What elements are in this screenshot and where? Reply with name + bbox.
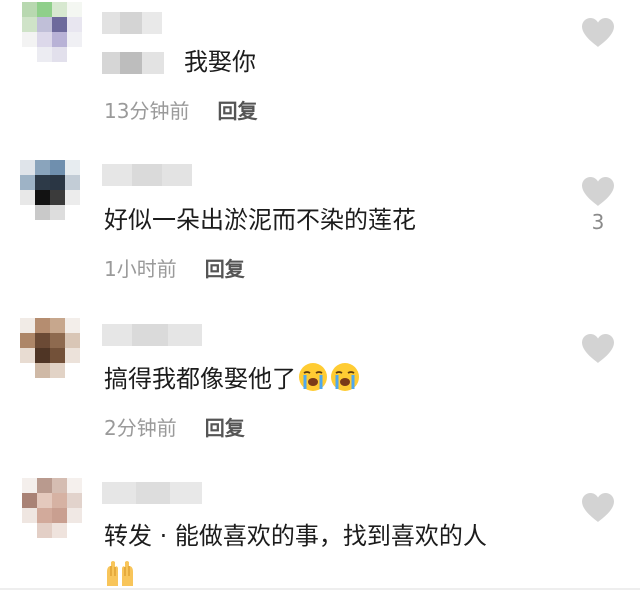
comment-meta: 1小时前 回复 [104, 256, 245, 282]
reply-button[interactable]: 回复 [217, 99, 257, 123]
comment-time: 2分钟前 [104, 416, 177, 440]
comment-time: 1小时前 [104, 257, 177, 281]
comment-meta: 13分钟前 回复 [104, 98, 257, 124]
loudly-crying-face-emoji [299, 363, 327, 391]
loudly-crying-face-emoji [331, 363, 359, 391]
reply-button[interactable]: 回复 [205, 416, 245, 440]
comment-text: 搞得我都像娶他了 [104, 362, 360, 395]
heart-icon[interactable] [581, 17, 615, 48]
heart-icon[interactable] [581, 333, 615, 364]
username-blurred[interactable] [102, 482, 202, 504]
comment-text-content: 搞得我都像娶他了 [104, 365, 296, 393]
avatar[interactable] [22, 2, 82, 62]
like-count: 3 [591, 210, 605, 234]
username-blurred[interactable] [102, 324, 202, 346]
avatar[interactable] [22, 478, 82, 538]
divider [0, 588, 640, 590]
heart-icon[interactable] [581, 176, 615, 207]
reply-button[interactable]: 回复 [205, 257, 245, 281]
comment-text: 我娶你 [184, 48, 256, 76]
comment-item: 搞得我都像娶他了 2分钟前 回复 [0, 300, 640, 450]
avatar[interactable] [20, 318, 80, 378]
avatar[interactable] [20, 160, 80, 220]
comment-item: 好似一朵出淤泥而不染的莲花 1小时前 回复 3 [0, 150, 640, 300]
raising-hands-emoji [107, 561, 133, 586]
username-blurred[interactable] [102, 12, 162, 34]
comment-text: 好似一朵出淤泥而不染的莲花 [104, 206, 416, 234]
comment-item: 转发 · 能做喜欢的事，找到喜欢的人 [0, 450, 640, 588]
username-blurred [102, 52, 164, 74]
comment-item: 我娶你 13分钟前 回复 [0, 0, 640, 150]
comment-meta: 2分钟前 回复 [104, 415, 245, 441]
comment-time: 13分钟前 [104, 99, 190, 123]
username-blurred[interactable] [102, 164, 192, 186]
comment-text: 转发 · 能做喜欢的事，找到喜欢的人 [104, 522, 487, 550]
heart-icon[interactable] [581, 492, 615, 523]
